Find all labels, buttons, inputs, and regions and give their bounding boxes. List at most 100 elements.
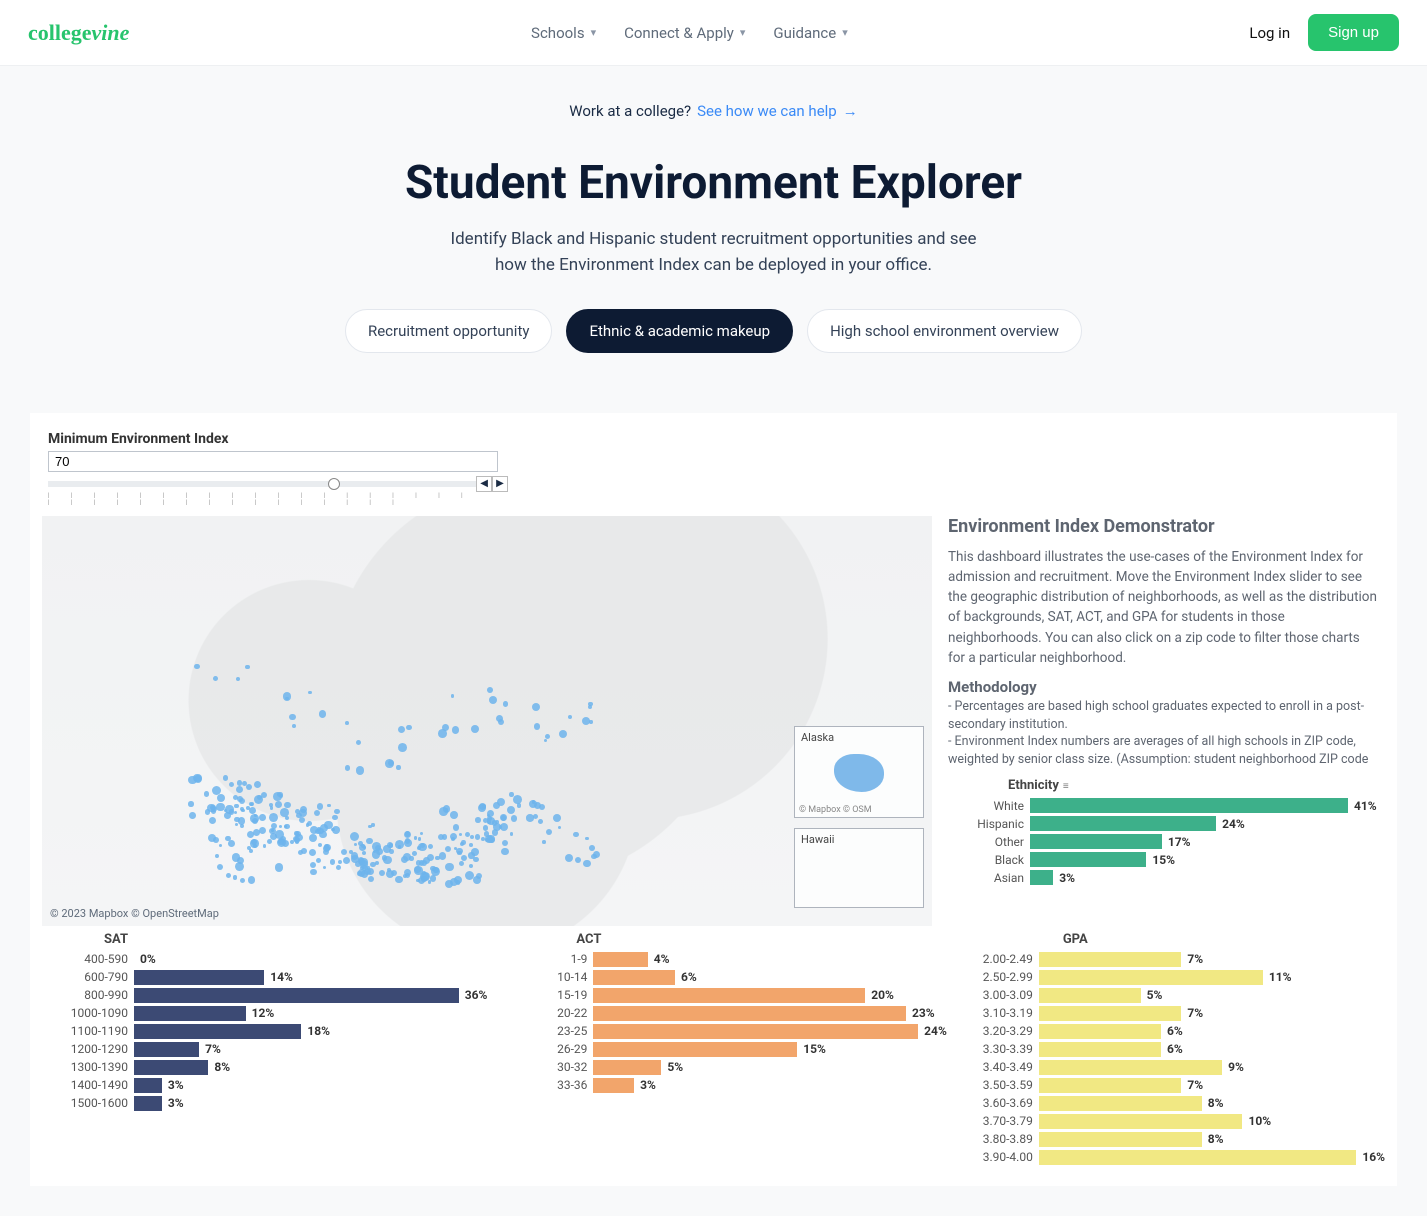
bar[interactable] (1030, 834, 1162, 849)
bar-row: 1000-109012% (42, 1006, 487, 1021)
chart-title: ACT (576, 932, 946, 947)
logo[interactable]: collegevine (28, 20, 129, 46)
map[interactable]: © 2023 Mapbox © OpenStreetMap Alaska © M… (42, 516, 932, 926)
bar[interactable] (1039, 1060, 1222, 1075)
bar[interactable] (1039, 1150, 1357, 1165)
hero-note: Work at a college? See how we can help → (0, 102, 1427, 120)
bar-row: Black 15% (948, 852, 1379, 867)
bar-value: 7% (1187, 952, 1203, 966)
bar-value: 14% (270, 970, 293, 984)
bar[interactable] (593, 1060, 661, 1075)
inset-hawaii[interactable]: Hawaii (794, 828, 924, 908)
bar-row: 3.20-3.296% (961, 1024, 1385, 1039)
bar[interactable] (1039, 1042, 1161, 1057)
bar-value: 7% (1187, 1006, 1203, 1020)
bar-row: 3.30-3.396% (961, 1042, 1385, 1057)
slider-thumb[interactable] (328, 478, 340, 490)
slider-next-button[interactable]: ▶ (492, 476, 508, 492)
bar-value: 15% (1152, 853, 1175, 867)
nav-item-schools[interactable]: Schools▾ (531, 24, 596, 42)
slider-prev-button[interactable]: ◀ (476, 476, 492, 492)
bar-value: 4% (654, 952, 670, 966)
bar-row: Other17% (948, 834, 1379, 849)
bar[interactable] (593, 1024, 918, 1039)
tab-environment-overview[interactable]: High school environment overview (807, 309, 1082, 353)
bar[interactable] (1039, 1114, 1243, 1129)
login-link[interactable]: Log in (1249, 24, 1290, 42)
bar[interactable] (1030, 798, 1348, 813)
bar-label: 1100-1190 (42, 1024, 134, 1038)
bar-label: Hispanic (948, 817, 1030, 831)
bar[interactable] (134, 970, 264, 985)
bar-row: 1-9 4% (501, 952, 946, 967)
bar[interactable] (134, 1042, 199, 1057)
bar-label: 3.80-3.89 (961, 1132, 1039, 1146)
bar-value: 3% (168, 1096, 184, 1110)
chart-title: SAT (104, 932, 487, 947)
top-nav: collegevine Schools▾ Connect & Apply▾ Gu… (0, 0, 1427, 66)
bar[interactable] (134, 1078, 162, 1093)
bar[interactable] (593, 1042, 797, 1057)
bar[interactable] (1039, 1096, 1202, 1111)
bar[interactable] (593, 1006, 906, 1021)
bar[interactable] (1030, 816, 1216, 831)
nav-center: Schools▾ Connect & Apply▾ Guidance▾ (531, 24, 848, 42)
sort-icon[interactable]: ≡ (1063, 781, 1069, 792)
bar[interactable] (134, 988, 459, 1003)
bar[interactable] (1030, 852, 1146, 867)
bar-row: 3.50-3.597% (961, 1078, 1385, 1093)
bar-label: 600-790 (42, 970, 134, 984)
bar-value: 17% (1168, 835, 1191, 849)
bar-label: 2.50-2.99 (961, 970, 1039, 984)
bar-row: 15-1920% (501, 988, 946, 1003)
slider-track[interactable] (48, 481, 476, 487)
bar-value: 24% (1222, 817, 1245, 831)
bar[interactable] (1039, 970, 1263, 985)
nav-label: Guidance (773, 24, 836, 42)
bar-row: Asian3% (948, 870, 1379, 885)
page-sub1: Identify Black and Hispanic student recr… (0, 226, 1427, 252)
bar-row: 400-5900% (42, 952, 487, 967)
bar-value: 15% (803, 1042, 826, 1056)
nav-label: Schools (531, 24, 585, 42)
bar[interactable] (1039, 1006, 1182, 1021)
bar-value: 3% (168, 1078, 184, 1092)
bar[interactable] (593, 970, 675, 985)
bar-row: 20-2223% (501, 1006, 946, 1021)
slider-value-input[interactable] (48, 451, 498, 472)
bar[interactable] (134, 1024, 301, 1039)
hero-note-link[interactable]: See how we can help → (697, 102, 858, 120)
tab-ethnic-academic[interactable]: Ethnic & academic makeup (566, 309, 793, 353)
bar-label: 10-14 (501, 970, 593, 984)
bar[interactable] (1039, 1078, 1182, 1093)
bar[interactable] (1039, 988, 1141, 1003)
tab-recruitment[interactable]: Recruitment opportunity (345, 309, 553, 353)
bar-row: 1300-13908% (42, 1060, 487, 1075)
bar[interactable] (1039, 952, 1182, 967)
info-panel: Environment Index Demonstrator This dash… (942, 516, 1385, 926)
bar-value: 24% (924, 1024, 947, 1038)
bar[interactable] (1030, 870, 1053, 885)
signup-button[interactable]: Sign up (1308, 14, 1399, 51)
bar-value: 5% (1147, 988, 1163, 1002)
nav-item-connect[interactable]: Connect & Apply▾ (624, 24, 745, 42)
bar-label: Black (948, 853, 1030, 867)
inset-alaska[interactable]: Alaska © Mapbox © OSM (794, 726, 924, 818)
bar[interactable] (593, 952, 647, 967)
bar[interactable] (1039, 1132, 1202, 1147)
logo-text-b: vine (92, 20, 130, 45)
bar-label: 1-9 (501, 952, 593, 966)
bar-label: 3.30-3.39 (961, 1042, 1039, 1056)
bar-label: 20-22 (501, 1006, 593, 1020)
nav-item-guidance[interactable]: Guidance▾ (773, 24, 847, 42)
bar[interactable] (134, 1006, 246, 1021)
bar[interactable] (1039, 1024, 1161, 1039)
bar-row: 10-146% (501, 970, 946, 985)
bar-row: 600-790 14% (42, 970, 487, 985)
bar[interactable] (593, 988, 865, 1003)
inset-attr: © Mapbox © OSM (799, 805, 872, 815)
bar[interactable] (134, 1096, 162, 1111)
bar[interactable] (593, 1078, 634, 1093)
bar[interactable] (134, 1060, 208, 1075)
chevron-down-icon: ▾ (740, 26, 746, 39)
